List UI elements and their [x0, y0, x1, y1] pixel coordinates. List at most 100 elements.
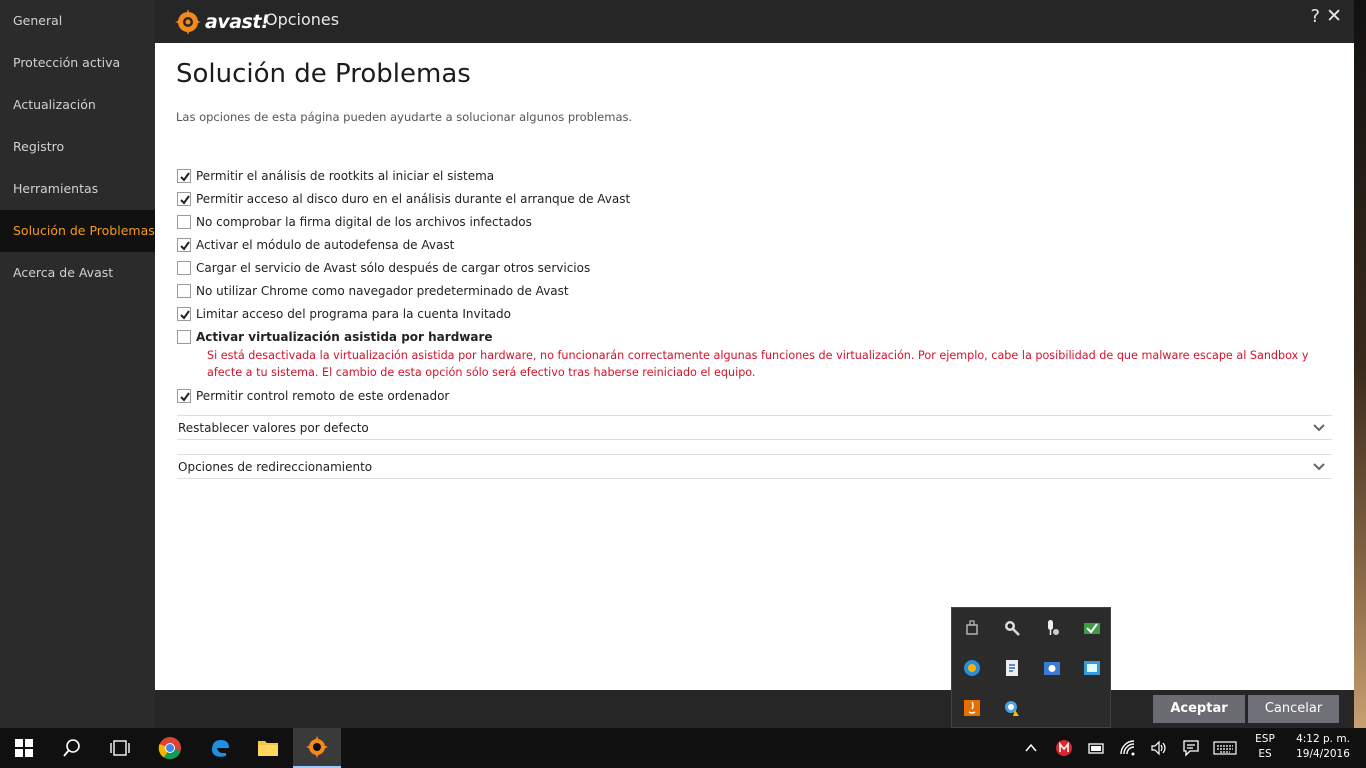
browser-icon[interactable]	[963, 659, 981, 677]
option-label: Permitir el análisis de rootkits al inic…	[196, 168, 495, 183]
option-label: Activar el módulo de autodefensa de Avas…	[196, 237, 455, 252]
page-title: Solución de Problemas	[176, 59, 471, 89]
option-label: Permitir acceso al disco duro en el anál…	[196, 191, 631, 206]
document-icon[interactable]	[1003, 659, 1021, 677]
chrome-icon	[158, 737, 181, 760]
clock-date: 19/4/2016	[1296, 748, 1350, 760]
option-label: No comprobar la firma digital de los arc…	[196, 214, 532, 229]
checkbox-no-chrome[interactable]	[177, 283, 191, 298]
edge-button[interactable]	[196, 728, 244, 768]
option-row[interactable]: Activar el módulo de autodefensa de Avas…	[177, 233, 1327, 256]
battery-icon[interactable]	[1087, 740, 1105, 756]
window-title: Opciones	[265, 10, 340, 29]
sidebar-item-proteccion-activa[interactable]: Protección activa	[0, 42, 155, 84]
wifi-icon[interactable]	[1119, 739, 1137, 757]
tray-overflow-popup	[951, 607, 1111, 728]
sidebar-item-actualizacion[interactable]: Actualización	[0, 84, 155, 126]
option-row[interactable]: Permitir acceso al disco duro en el anál…	[177, 187, 1327, 210]
option-label: Permitir control remoto de este ordenado…	[196, 388, 450, 403]
usb-eject-icon[interactable]	[963, 619, 981, 637]
option-row[interactable]: Permitir el análisis de rootkits al inic…	[177, 164, 1327, 187]
start-icon	[15, 739, 33, 757]
options-list: Permitir el análisis de rootkits al inic…	[177, 164, 1327, 407]
option-row[interactable]: Permitir control remoto de este ordenado…	[177, 384, 1327, 407]
sidebar-item-registro[interactable]: Registro	[0, 126, 155, 168]
checkbox-hw-virtualization[interactable]	[177, 329, 191, 344]
content-panel: Solución de Problemas Las opciones de es…	[155, 43, 1354, 690]
close-icon[interactable]: ✕	[1326, 5, 1342, 27]
clock-time: 4:12 p. m.	[1296, 733, 1350, 745]
section-redirection[interactable]: Opciones de redireccionamiento	[177, 454, 1332, 479]
page-subtitle: Las opciones de esta página pueden ayuda…	[176, 110, 633, 124]
sniffer-icon[interactable]	[1003, 619, 1021, 637]
volume-icon[interactable]	[1150, 739, 1168, 757]
option-row[interactable]: Cargar el servicio de Avast sólo después…	[177, 256, 1327, 279]
chrome-button[interactable]	[146, 728, 194, 768]
clock[interactable]: 4:12 p. m. 19/4/2016	[1288, 732, 1358, 762]
sidebar-item-solucion-problemas[interactable]: Solución de Problemas	[0, 210, 155, 252]
checkbox-disk-access[interactable]	[177, 191, 191, 206]
language-bottom: ES	[1258, 748, 1272, 760]
keyboard-icon[interactable]	[1213, 740, 1237, 756]
checkmark-icon	[180, 194, 190, 205]
action-center-icon[interactable]	[1182, 739, 1200, 757]
checkmark-icon	[180, 240, 190, 251]
title-bar: avast! Opciones ? ✕	[155, 0, 1354, 43]
option-row[interactable]: Limitar acceso del programa para la cuen…	[177, 302, 1327, 325]
monitor-icon[interactable]	[1083, 659, 1101, 677]
checkbox-rootkits[interactable]	[177, 168, 191, 183]
checkbox-guest-limit[interactable]	[177, 306, 191, 321]
search-button[interactable]	[48, 728, 96, 768]
mic-settings-icon[interactable]	[1043, 619, 1061, 637]
section-reset-defaults[interactable]: Restablecer valores por defecto	[177, 415, 1332, 440]
mega-icon[interactable]	[1055, 739, 1073, 757]
checkmark-icon	[180, 309, 190, 320]
sidebar-item-herramientas[interactable]: Herramientas	[0, 168, 155, 210]
chevron-down-icon[interactable]	[1312, 460, 1326, 474]
checkbox-self-defense[interactable]	[177, 237, 191, 252]
task-view-icon	[110, 740, 130, 756]
avast-taskbar-button[interactable]	[293, 728, 341, 768]
checkmark-icon	[180, 171, 190, 182]
sidebar-item-general[interactable]: General	[0, 0, 155, 42]
file-explorer-button[interactable]	[244, 728, 292, 768]
help-icon[interactable]: ?	[1310, 6, 1320, 27]
avast-icon	[306, 736, 328, 758]
option-row[interactable]: No comprobar la firma digital de los arc…	[177, 210, 1327, 233]
option-label: Activar virtualización asistida por hard…	[196, 329, 493, 344]
file-explorer-icon	[258, 741, 278, 756]
desktop-wallpaper-edge	[1354, 0, 1366, 728]
checkbox-delayed-service[interactable]	[177, 260, 191, 275]
checkmark-icon	[180, 391, 190, 402]
chevron-up-icon[interactable]	[1024, 742, 1038, 754]
start-button[interactable]	[0, 728, 48, 768]
section-label: Opciones de redireccionamiento	[178, 459, 373, 474]
java-icon[interactable]	[963, 699, 981, 717]
option-row[interactable]: Activar virtualización asistida por hard…	[177, 325, 1327, 348]
checkbox-digital-signature[interactable]	[177, 214, 191, 229]
checkbox-remote-control[interactable]	[177, 388, 191, 403]
option-label: Limitar acceso del programa para la cuen…	[196, 306, 511, 321]
search-warning-icon[interactable]	[1003, 699, 1021, 717]
shield-check-icon[interactable]	[1083, 619, 1101, 637]
edge-icon	[212, 740, 229, 757]
task-view-button[interactable]	[96, 728, 144, 768]
option-row[interactable]: No utilizar Chrome como navegador predet…	[177, 279, 1327, 302]
option-label: Cargar el servicio de Avast sólo después…	[196, 260, 591, 275]
language-top: ESP	[1255, 733, 1275, 745]
sidebar: General Protección activa Actualización …	[0, 0, 155, 728]
language-indicator[interactable]: ESP ES	[1250, 732, 1280, 762]
option-label: No utilizar Chrome como navegador predet…	[196, 283, 569, 298]
avast-logo: avast!	[173, 5, 270, 39]
virtualization-warning: Si está desactivada la virtualización as…	[207, 349, 1309, 379]
cancel-button[interactable]: Cancelar	[1248, 695, 1339, 723]
search-icon	[63, 739, 80, 757]
accept-button[interactable]: Aceptar	[1153, 695, 1245, 723]
taskbar: ESP ES 4:12 p. m. 19/4/2016	[0, 728, 1366, 768]
sidebar-item-acerca-de[interactable]: Acerca de Avast	[0, 252, 155, 294]
network-settings-icon[interactable]	[1043, 659, 1061, 677]
button-bar: Aceptar Cancelar	[155, 690, 1354, 728]
section-label: Restablecer valores por defecto	[178, 420, 369, 435]
avast-logo-icon	[175, 9, 201, 35]
chevron-down-icon[interactable]	[1312, 421, 1326, 435]
